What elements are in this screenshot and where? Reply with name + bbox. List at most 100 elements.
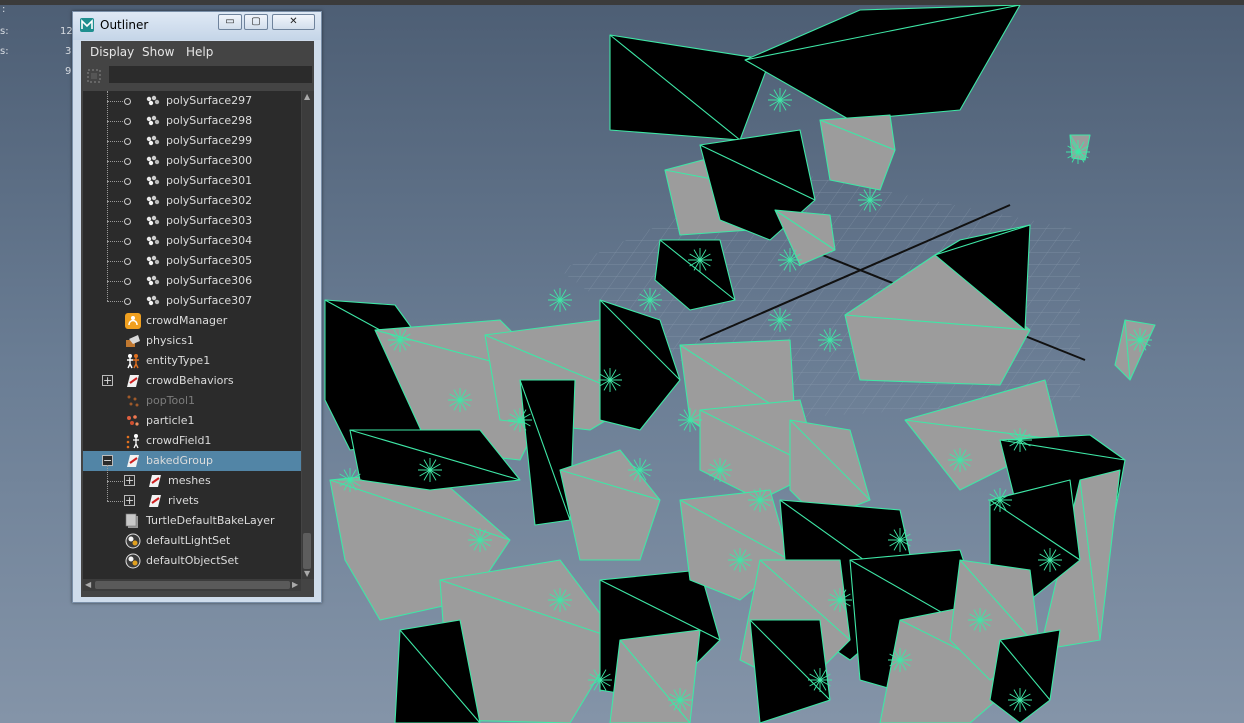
maximize-button[interactable]: ▢ xyxy=(244,14,268,30)
top-status-bar xyxy=(0,0,1244,5)
scroll-right-icon[interactable]: ▶ xyxy=(292,581,298,589)
bake-layer-icon xyxy=(125,513,138,528)
scroll-down-icon[interactable]: ▼ xyxy=(304,570,310,578)
tree-row[interactable]: polySurface307 xyxy=(83,291,301,311)
tree-item-label: physics1 xyxy=(146,334,195,347)
tree-row[interactable]: + rivets xyxy=(83,491,301,511)
tree-connector xyxy=(107,301,125,302)
menu-help[interactable]: Help xyxy=(186,45,213,59)
tree-node-dot xyxy=(124,198,131,205)
tree-item-label: crowdBehaviors xyxy=(146,374,234,387)
scroll-thumb[interactable] xyxy=(303,533,311,569)
mesh-icon xyxy=(146,295,160,306)
window-titlebar[interactable]: Outliner ▭ ▢ ✕ xyxy=(73,12,321,40)
tree-node-dot xyxy=(124,298,131,305)
search-input[interactable] xyxy=(109,66,312,83)
tree-row[interactable]: crowdManager xyxy=(83,311,301,331)
tree-row[interactable]: polySurface302 xyxy=(83,191,301,211)
hud-label: s: xyxy=(0,46,9,57)
outliner-window[interactable]: Outliner ▭ ▢ ✕ Display Show Help polySur… xyxy=(72,11,322,603)
tree-row[interactable]: popTool1 xyxy=(83,391,301,411)
tree-item-label: crowdManager xyxy=(146,314,228,327)
tree-row[interactable]: polySurface300 xyxy=(83,151,301,171)
tree-row[interactable]: crowdField1 xyxy=(83,431,301,451)
mesh-icon xyxy=(146,215,160,226)
tree-node-dot xyxy=(124,98,131,105)
hud-value: 9 xyxy=(65,66,72,77)
tree-item-label: polySurface307 xyxy=(166,294,253,307)
tree-item-label: polySurface297 xyxy=(166,94,253,107)
entity-type-icon xyxy=(127,354,139,369)
tree-row[interactable]: polySurface299 xyxy=(83,131,301,151)
tree-item-label: popTool1 xyxy=(146,394,196,407)
tree-node-dot xyxy=(124,218,131,225)
tree-row[interactable]: − bakedGroup xyxy=(83,451,301,471)
physics-icon xyxy=(126,335,140,347)
tree-row[interactable]: defaultLightSet xyxy=(83,531,301,551)
mesh-icon xyxy=(146,155,160,166)
tree-row[interactable]: polySurface301 xyxy=(83,171,301,191)
menu-bar: Display Show Help xyxy=(81,41,314,63)
tree-item-label: polySurface300 xyxy=(166,154,253,167)
tree-connector xyxy=(107,141,125,142)
tree-row[interactable]: TurtleDefaultBakeLayer xyxy=(83,511,301,531)
tree-item-label: defaultLightSet xyxy=(146,534,231,547)
hud-value: 3 xyxy=(65,46,72,57)
group-icon xyxy=(127,375,139,387)
tree-connector xyxy=(107,91,108,301)
tree-row[interactable]: entityType1 xyxy=(83,351,301,371)
mesh-icon xyxy=(146,255,160,266)
tree-row[interactable]: polySurface304 xyxy=(83,231,301,251)
tree-connector xyxy=(107,121,125,122)
menu-display[interactable]: Display xyxy=(90,45,134,59)
filter-icon[interactable] xyxy=(86,68,102,84)
horizontal-scrollbar[interactable]: ◀ ▶ xyxy=(83,579,301,591)
horizontal-scroll-thumb[interactable] xyxy=(95,581,290,589)
tree-row[interactable]: physics1 xyxy=(83,331,301,351)
tree-row[interactable]: defaultObjectSet xyxy=(83,551,301,571)
tree-connector xyxy=(107,101,125,102)
maya-logo-icon xyxy=(80,18,94,32)
outliner-tree[interactable]: polySurface297 polySurface298 polySurface2… xyxy=(83,91,301,579)
mesh-icon xyxy=(146,175,160,186)
tree-row[interactable]: polySurface297 xyxy=(83,91,301,111)
tree-row[interactable]: polySurface298 xyxy=(83,111,301,131)
minimize-button[interactable]: ▭ xyxy=(218,14,242,30)
expand-icon[interactable]: + xyxy=(124,475,135,486)
tree-connector xyxy=(107,201,125,202)
tree-row[interactable]: polySurface306 xyxy=(83,271,301,291)
tree-row[interactable]: polySurface303 xyxy=(83,211,301,231)
tree-item-label: bakedGroup xyxy=(146,454,213,467)
crowd-field-icon xyxy=(126,434,139,449)
minimize-icon: ▭ xyxy=(225,16,235,27)
hud-value: 12 xyxy=(60,26,73,37)
tree-row[interactable]: particle1 xyxy=(83,411,301,431)
vertical-scrollbar[interactable]: ▲ ▼ xyxy=(302,91,314,579)
debris-shard[interactable] xyxy=(819,114,896,191)
tree-row[interactable]: + meshes xyxy=(83,471,301,491)
tree-item-label: TurtleDefaultBakeLayer xyxy=(146,514,275,527)
tree-row[interactable]: + crowdBehaviors xyxy=(83,371,301,391)
tree-item-label: polySurface303 xyxy=(166,214,253,227)
tree-item-label: polySurface306 xyxy=(166,274,253,287)
tree-node-dot xyxy=(124,238,131,245)
expand-icon[interactable]: + xyxy=(124,495,135,506)
scroll-left-icon[interactable]: ◀ xyxy=(85,581,91,589)
tree-connector xyxy=(107,161,125,162)
tree-connector xyxy=(107,501,123,502)
tree-item-label: polySurface299 xyxy=(166,134,253,147)
mesh-icon xyxy=(146,195,160,206)
tree-node-dot xyxy=(124,178,131,185)
menu-show[interactable]: Show xyxy=(142,45,174,59)
tree-connector xyxy=(107,181,125,182)
mesh-icon xyxy=(146,135,160,146)
scroll-up-icon[interactable]: ▲ xyxy=(304,93,310,101)
tree-connector xyxy=(107,221,125,222)
tree-row[interactable]: polySurface305 xyxy=(83,251,301,271)
expand-icon[interactable]: + xyxy=(102,375,113,386)
close-icon: ✕ xyxy=(289,16,298,27)
mesh-icon xyxy=(146,95,160,106)
close-button[interactable]: ✕ xyxy=(272,14,315,30)
pop-tool-icon xyxy=(127,395,139,407)
tree-connector xyxy=(107,281,125,282)
